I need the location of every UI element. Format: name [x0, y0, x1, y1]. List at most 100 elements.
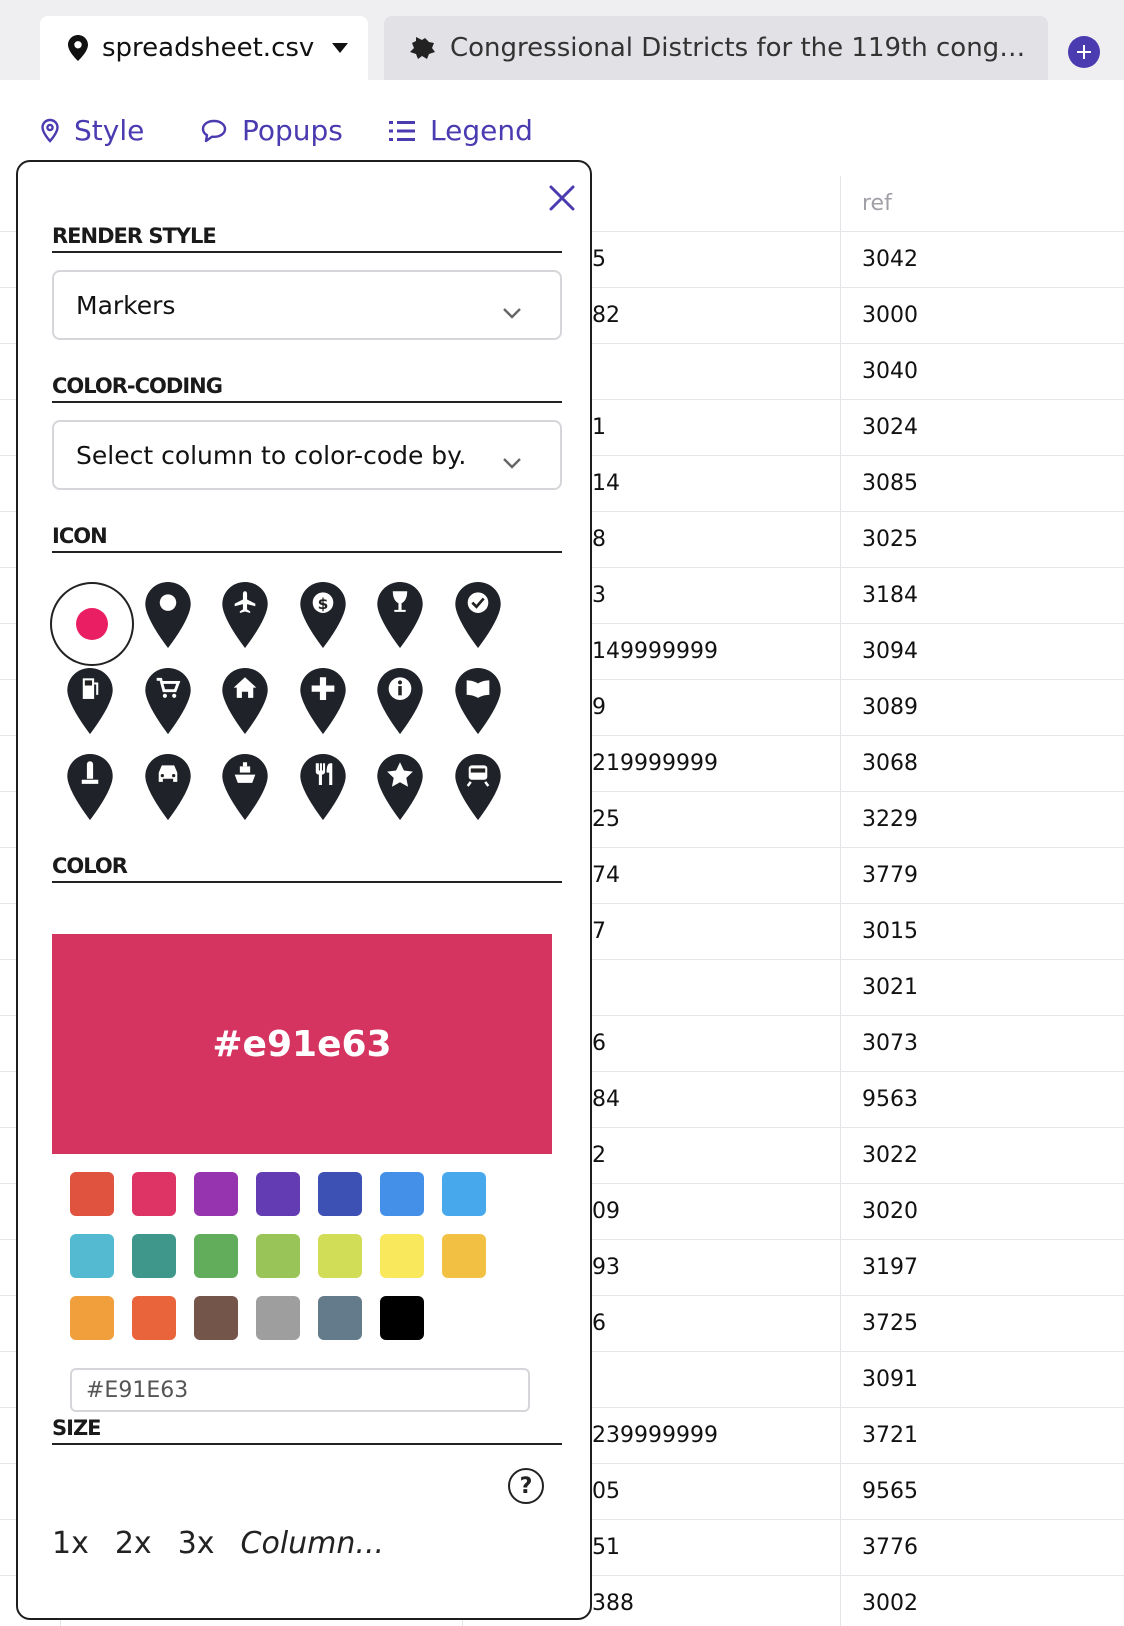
tab-spreadsheet[interactable]: spreadsheet.csv: [40, 16, 368, 80]
car-icon[interactable]: [128, 754, 208, 838]
table-cell-ref[interactable]: 3721: [862, 1408, 918, 1464]
table-cell[interactable]: 8: [592, 512, 606, 568]
table-cell[interactable]: 9: [592, 680, 606, 736]
color-swatch[interactable]: [318, 1172, 362, 1216]
table-cell-ref[interactable]: 3024: [862, 400, 918, 456]
table-cell[interactable]: 2: [592, 1128, 606, 1184]
table-cell-ref[interactable]: 3779: [862, 848, 918, 904]
table-cell-ref[interactable]: 3776: [862, 1520, 918, 1576]
table-cell[interactable]: 84: [592, 1072, 620, 1128]
color-swatch[interactable]: [194, 1296, 238, 1340]
table-cell[interactable]: 239999999: [592, 1408, 718, 1464]
table-cell-ref[interactable]: 3042: [862, 232, 918, 288]
column-header-ref[interactable]: ref: [862, 176, 892, 232]
hex-color-input[interactable]: [70, 1368, 530, 1412]
color-swatch[interactable]: [70, 1172, 114, 1216]
home-icon[interactable]: [205, 668, 285, 752]
color-swatch[interactable]: [194, 1172, 238, 1216]
color-swatch[interactable]: [256, 1234, 300, 1278]
color-swatch[interactable]: [194, 1234, 238, 1278]
table-cell-ref[interactable]: 3184: [862, 568, 918, 624]
tab-congressional-districts[interactable]: Congressional Districts for the 119th co…: [384, 16, 1048, 80]
chevron-down-icon[interactable]: [332, 43, 349, 53]
table-cell[interactable]: 6: [592, 1296, 606, 1352]
table-cell-ref[interactable]: 3015: [862, 904, 918, 960]
shopping-cart-icon[interactable]: [128, 668, 208, 752]
table-cell-ref[interactable]: 9565: [862, 1464, 918, 1520]
size-column-option[interactable]: Column...: [241, 1526, 385, 1561]
table-cell[interactable]: 25: [592, 792, 620, 848]
table-cell[interactable]: 93: [592, 1240, 620, 1296]
color-swatch[interactable]: [442, 1172, 486, 1216]
monument-icon[interactable]: [50, 754, 130, 838]
check-icon[interactable]: [438, 582, 518, 666]
table-cell[interactable]: 5: [592, 232, 606, 288]
star-icon[interactable]: [360, 754, 440, 838]
table-cell[interactable]: 1: [592, 400, 606, 456]
render-style-select[interactable]: Markers: [52, 270, 562, 340]
table-cell-ref[interactable]: 3020: [862, 1184, 918, 1240]
gas-station-icon[interactable]: [50, 668, 130, 752]
table-cell-ref[interactable]: 3021: [862, 960, 918, 1016]
table-cell-ref[interactable]: 9563: [862, 1072, 918, 1128]
table-cell-ref[interactable]: 3094: [862, 624, 918, 680]
table-cell-ref[interactable]: 3068: [862, 736, 918, 792]
color-swatch[interactable]: [132, 1296, 176, 1340]
add-layer-button[interactable]: [1068, 36, 1100, 68]
table-cell-ref[interactable]: 3091: [862, 1352, 918, 1408]
table-cell[interactable]: 388: [592, 1576, 634, 1626]
table-cell[interactable]: 6: [592, 1016, 606, 1072]
table-cell-ref[interactable]: 3002: [862, 1576, 918, 1626]
circle-dot-icon[interactable]: [50, 582, 134, 666]
style-tab[interactable]: Style: [40, 114, 144, 147]
table-cell-ref[interactable]: 3229: [862, 792, 918, 848]
color-swatch[interactable]: [70, 1234, 114, 1278]
legend-tab[interactable]: Legend: [388, 114, 533, 147]
size-3x-option[interactable]: 3x: [178, 1526, 215, 1561]
color-swatch[interactable]: [380, 1234, 424, 1278]
table-cell[interactable]: 14: [592, 456, 620, 512]
table-cell[interactable]: 7: [592, 904, 606, 960]
table-cell[interactable]: 3: [592, 568, 606, 624]
table-cell-ref[interactable]: 3197: [862, 1240, 918, 1296]
table-cell-ref[interactable]: 3725: [862, 1296, 918, 1352]
table-cell-ref[interactable]: 3089: [862, 680, 918, 736]
size-1x-option[interactable]: 1x: [52, 1526, 89, 1561]
hospital-icon[interactable]: [283, 668, 363, 752]
color-swatch[interactable]: [318, 1234, 362, 1278]
popups-tab[interactable]: Popups: [200, 114, 343, 147]
table-cell[interactable]: 51: [592, 1520, 620, 1576]
table-cell-ref[interactable]: 3073: [862, 1016, 918, 1072]
color-swatch[interactable]: [256, 1296, 300, 1340]
restaurant-icon[interactable]: [283, 754, 363, 838]
table-cell[interactable]: 219999999: [592, 736, 718, 792]
table-cell[interactable]: 74: [592, 848, 620, 904]
color-swatch[interactable]: [70, 1296, 114, 1340]
close-button[interactable]: [544, 180, 580, 216]
color-swatch[interactable]: [256, 1172, 300, 1216]
ferry-icon[interactable]: [205, 754, 285, 838]
bar-icon[interactable]: [360, 582, 440, 666]
library-icon[interactable]: [438, 668, 518, 752]
color-swatch[interactable]: [132, 1172, 176, 1216]
information-icon[interactable]: [360, 668, 440, 752]
table-cell[interactable]: 09: [592, 1184, 620, 1240]
table-cell-ref[interactable]: 3040: [862, 344, 918, 400]
train-icon[interactable]: [438, 754, 518, 838]
color-swatch[interactable]: [318, 1296, 362, 1340]
color-coding-select[interactable]: Select column to color-code by.: [52, 420, 562, 490]
table-cell[interactable]: 149999999: [592, 624, 718, 680]
bank-icon[interactable]: $: [283, 582, 363, 666]
airport-icon[interactable]: [205, 582, 285, 666]
table-cell-ref[interactable]: 3022: [862, 1128, 918, 1184]
map-pin-icon[interactable]: [128, 582, 208, 666]
color-swatch[interactable]: [442, 1234, 486, 1278]
size-2x-option[interactable]: 2x: [115, 1526, 152, 1561]
table-cell-ref[interactable]: 3000: [862, 288, 918, 344]
table-cell-ref[interactable]: 3085: [862, 456, 918, 512]
help-icon[interactable]: ?: [508, 1468, 544, 1504]
color-swatch[interactable]: [132, 1234, 176, 1278]
table-cell[interactable]: 05: [592, 1464, 620, 1520]
color-swatch[interactable]: [380, 1296, 424, 1340]
color-swatch[interactable]: [380, 1172, 424, 1216]
